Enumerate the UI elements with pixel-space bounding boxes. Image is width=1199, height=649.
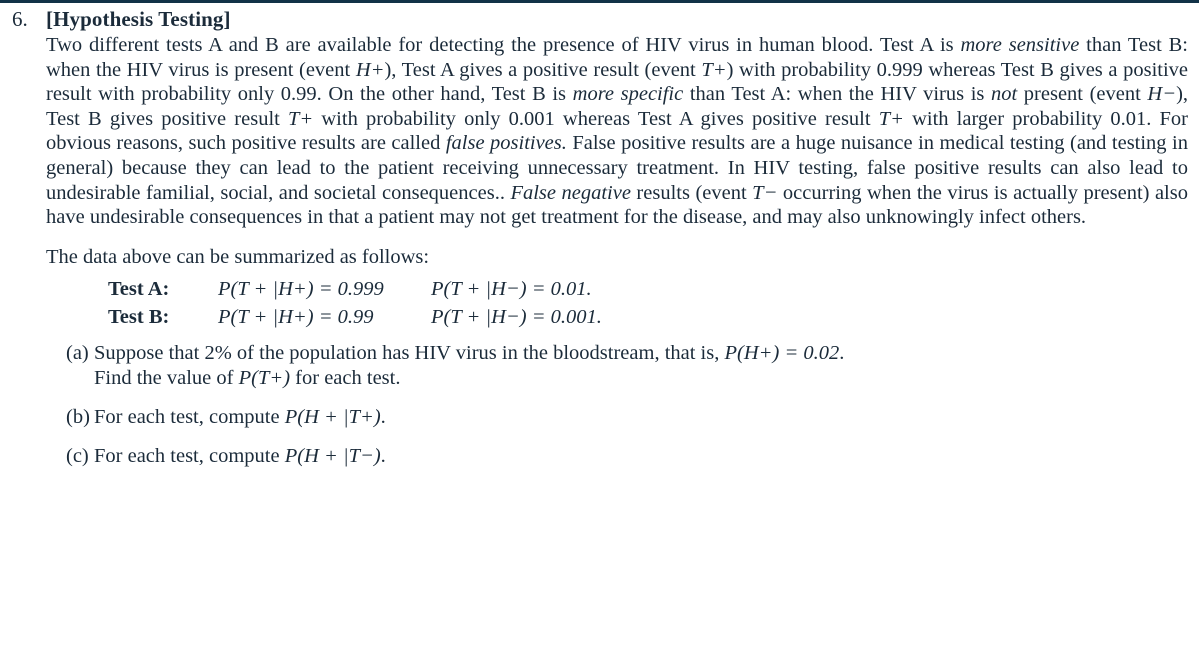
math-h-minus-1: H− [1147, 83, 1177, 106]
part-b-seg-2: . [380, 406, 386, 429]
part-b-seg-1: For each test, compute [94, 406, 285, 429]
part-b-label: (b) [66, 406, 90, 429]
stmt-seg-6: present (event [1017, 83, 1148, 106]
test-b-false-positive: P(T + |H−) = 0.001. [431, 305, 602, 328]
part-b: (b) For each test, compute P(H + |T+). [46, 405, 1188, 430]
part-a-seg-4: for each test. [290, 367, 401, 390]
table-row: Test B: P(T + |H+) = 0.99 P(T + |H−) = 0.0… [108, 304, 1188, 332]
part-c-seg-1: For each test, compute [94, 445, 285, 468]
math-p-h-given-t-minus: P(H + |T−) [284, 445, 381, 468]
problem-statement-paragraph: Two different tests A and B are availabl… [46, 33, 1188, 230]
problem-6: 6. [Hypothesis Testing] Two different te… [0, 6, 1199, 469]
document-page: 6. [Hypothesis Testing] Two different te… [0, 0, 1199, 649]
part-c-label: (c) [66, 445, 89, 468]
math-p-t-plus: P(T+) [238, 367, 291, 390]
emph-false-negative: False negative [510, 181, 631, 204]
test-a-sensitivity: P(T + |H+) = 0.999 [218, 278, 384, 301]
part-a-label: (a) [66, 342, 89, 365]
part-a-seg-1: Suppose that 2% of the population has HI… [94, 342, 725, 365]
part-c-seg-2: . [380, 445, 386, 468]
test-b-sensitivity: P(T + |H+) = 0.99 [218, 305, 374, 328]
part-a-text: Suppose that 2% of the population has HI… [94, 341, 1177, 366]
stmt-seg-11: results (event [630, 181, 753, 204]
math-t-minus-1: T− [752, 181, 778, 204]
math-p-h-given-t-plus: P(H + |T+) [284, 406, 381, 429]
table-row: Test A: P(T + |H+) = 0.999 P(T + |H−) = 0.… [108, 276, 1188, 304]
emph-false-positives: false positives. [445, 132, 567, 155]
stmt-seg-3: ), Test A gives a positive result (event [384, 58, 702, 81]
emph-more-sensitive: more sensitive [960, 34, 1080, 56]
emph-more-specific: more specific [572, 83, 684, 106]
part-a-seg-3: Find the value of [94, 367, 239, 390]
test-b-label: Test B: [108, 305, 170, 328]
math-h-plus-1: H+ [355, 58, 385, 81]
part-a-text-line2: Find the value of P(T+) for each test. [94, 366, 1177, 391]
probability-summary-table: Test A: P(T + |H+) = 0.999 P(T + |H−) = 0.… [46, 276, 1188, 331]
math-t-plus-2: T+ [287, 107, 314, 130]
test-a-label: Test A: [108, 278, 170, 301]
stmt-seg-1: Two different tests A and B are availabl… [46, 34, 961, 56]
problem-title: [Hypothesis Testing] [46, 7, 231, 31]
part-b-text: For each test, compute P(H + |T+). [94, 405, 1177, 430]
problem-parts-list: (a) Suppose that 2% of the population ha… [46, 341, 1188, 469]
stmt-seg-8: with probability only 0.001 whereas Test… [313, 107, 879, 130]
problem-number: 6. [12, 7, 28, 31]
part-c-text: For each test, compute P(H + |T−). [94, 444, 1177, 469]
document-content: 6. [Hypothesis Testing] Two different te… [0, 6, 1199, 469]
page-top-rule [0, 0, 1199, 3]
stmt-seg-5: than Test A: when the HIV virus is [683, 83, 991, 106]
emph-not: not [990, 83, 1018, 106]
math-t-plus-1: T+ [701, 58, 727, 81]
math-t-plus-3: T+ [878, 107, 904, 130]
summary-intro: The data above can be summarized as foll… [46, 245, 430, 268]
part-c: (c) For each test, compute P(H + |T−). [46, 444, 1188, 469]
test-a-false-positive: P(T + |H−) = 0.01. [431, 278, 592, 301]
part-a: (a) Suppose that 2% of the population ha… [46, 341, 1188, 391]
math-p-h-plus: P(H+) = 0.02 [724, 342, 840, 365]
part-a-seg-2: . [839, 342, 845, 365]
